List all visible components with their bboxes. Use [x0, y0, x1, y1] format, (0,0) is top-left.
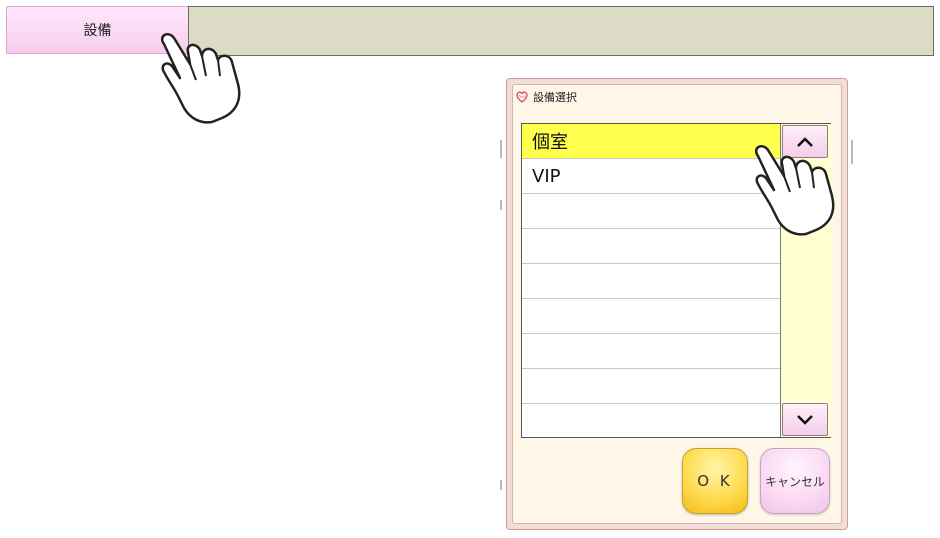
pointing-hand-icon — [754, 145, 835, 236]
list-item-private-room[interactable]: 個室 — [522, 124, 780, 159]
chevron-down-icon — [797, 414, 813, 425]
cancel-button-label: キャンセル — [764, 474, 825, 489]
ok-button-label: O K — [697, 472, 733, 490]
list-item-label: 個室 — [532, 132, 568, 153]
list-item-empty[interactable] — [522, 404, 780, 439]
edge-tick-left-3 — [500, 480, 502, 490]
list-item-empty[interactable] — [522, 334, 780, 369]
list-item-label: VIP — [532, 165, 561, 187]
edge-tick-left-2 — [500, 200, 502, 210]
list-item-empty[interactable] — [522, 299, 780, 334]
list-item-empty[interactable] — [522, 229, 780, 264]
scroll-down-button[interactable] — [782, 403, 828, 436]
list-item-empty[interactable] — [522, 369, 780, 404]
equipment-field[interactable] — [188, 6, 934, 56]
dialog-title: 設備選択 — [533, 91, 577, 104]
list-item-vip[interactable]: VIP — [522, 159, 780, 194]
equipment-tab-label: 設備 — [83, 23, 112, 39]
list-item-empty[interactable] — [522, 194, 780, 229]
ok-button[interactable]: O K — [682, 448, 748, 514]
heart-icon — [516, 91, 528, 103]
list-item-empty[interactable] — [522, 264, 780, 299]
edge-tick-right-1 — [851, 140, 853, 164]
dialog-title-bar: 設備選択 — [515, 89, 577, 105]
cancel-button[interactable]: キャンセル — [760, 448, 830, 514]
edge-tick-left-1 — [500, 140, 502, 158]
pointing-hand-icon — [160, 33, 241, 124]
